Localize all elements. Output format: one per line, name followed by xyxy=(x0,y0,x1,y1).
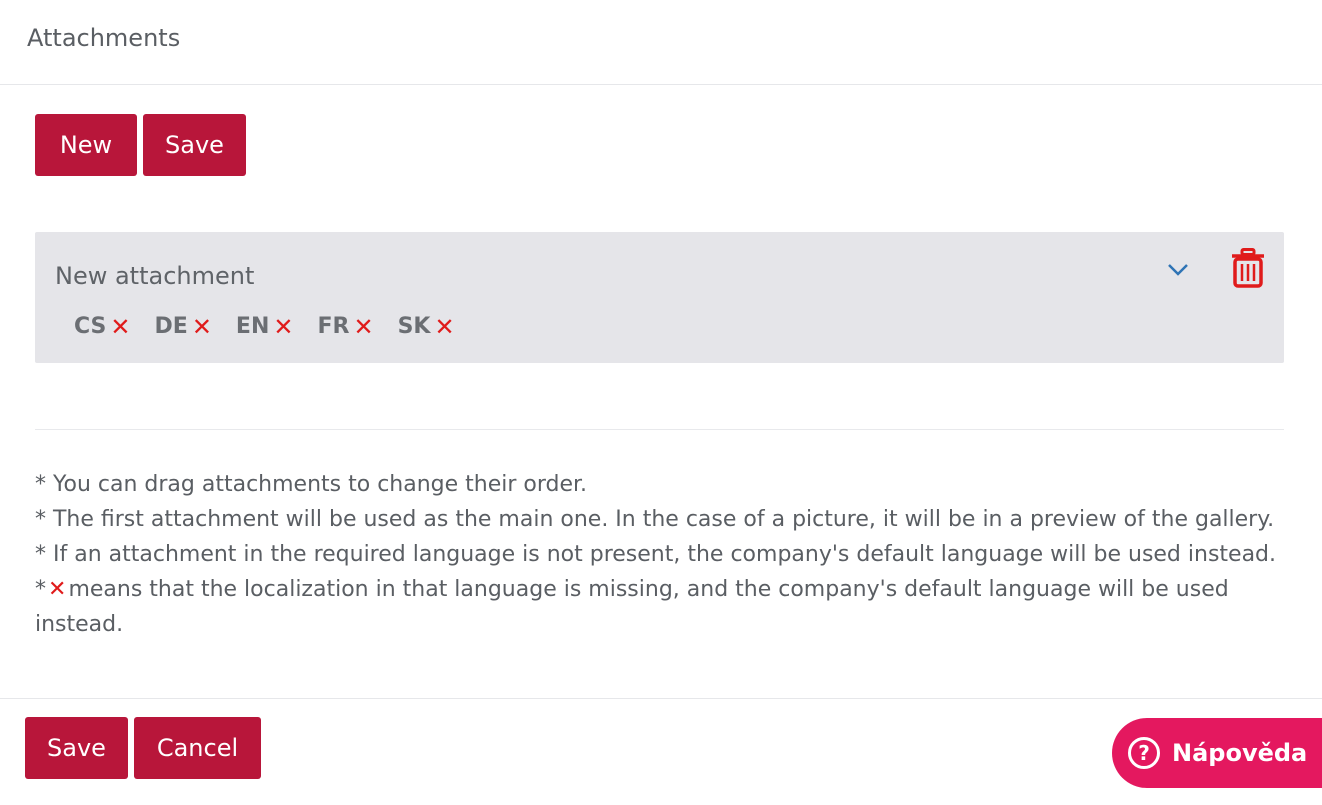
note-line: * The first attachment will be used as t… xyxy=(35,507,1275,532)
divider xyxy=(35,429,1284,430)
missing-icon: ✕ xyxy=(48,577,67,602)
trash-icon[interactable] xyxy=(1231,248,1265,288)
new-button[interactable]: New xyxy=(35,114,137,176)
language-code: SK xyxy=(397,314,431,339)
footer-save-button[interactable]: Save xyxy=(25,717,128,779)
note-line: * If an attachment in the required langu… xyxy=(35,542,1277,567)
language-code: DE xyxy=(154,314,188,339)
help-button[interactable]: ? Nápověda xyxy=(1112,718,1322,788)
language-item: DE ✕ xyxy=(155,314,212,339)
language-item: FR ✕ xyxy=(317,314,373,339)
chevron-down-icon[interactable] xyxy=(1166,260,1190,278)
save-button[interactable]: Save xyxy=(143,114,246,176)
missing-icon: ✕ xyxy=(191,312,212,341)
note-line: *✕means that the localization in that la… xyxy=(35,577,1229,637)
language-code: EN xyxy=(235,314,270,339)
language-code: FR xyxy=(317,314,350,339)
page-title: Attachments xyxy=(27,24,181,52)
footer-divider xyxy=(0,698,1322,699)
attachment-card[interactable]: New attachment CS ✕ DE ✕ EN ✕ FR ✕ SK ✕ xyxy=(35,232,1284,363)
missing-icon: ✕ xyxy=(110,312,131,341)
cancel-button[interactable]: Cancel xyxy=(134,717,261,779)
missing-icon: ✕ xyxy=(353,312,374,341)
language-item: EN ✕ xyxy=(236,314,294,339)
missing-icon: ✕ xyxy=(434,312,455,341)
language-item: CS ✕ xyxy=(74,314,131,339)
question-icon: ? xyxy=(1128,737,1160,769)
language-item: SK ✕ xyxy=(398,314,455,339)
language-code: CS xyxy=(74,314,107,339)
help-label: Nápověda xyxy=(1172,739,1308,767)
attachment-title: New attachment xyxy=(55,262,255,290)
missing-icon: ✕ xyxy=(273,312,294,341)
page-header: Attachments xyxy=(0,0,1322,85)
language-list: CS ✕ DE ✕ EN ✕ FR ✕ SK ✕ xyxy=(74,314,455,339)
help-notes: * You can drag attachments to change the… xyxy=(35,467,1295,642)
note-line: * You can drag attachments to change the… xyxy=(35,472,588,497)
